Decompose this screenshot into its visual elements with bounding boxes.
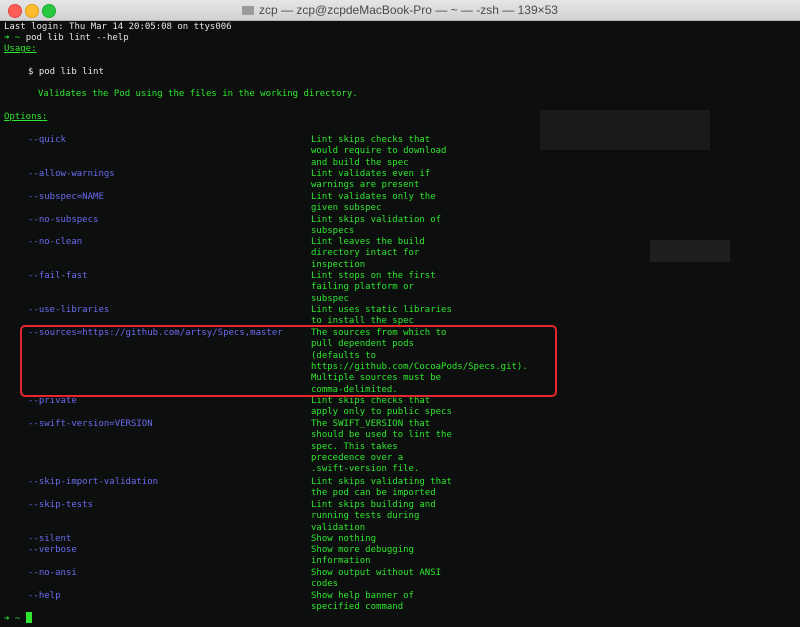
option-flag: --no-subspecs xyxy=(28,215,99,225)
option-flag: --help xyxy=(28,591,61,601)
option-description: The SWIFT_VERSION that should be used to … xyxy=(311,419,611,476)
option-flag: --private xyxy=(28,396,77,406)
option-description-line: failing platform or xyxy=(311,282,414,293)
option-description-line: apply only to public specs xyxy=(311,407,452,418)
terminal-window: zcp — zcp@zcpdeMacBook-Pro — ~ — -zsh — … xyxy=(0,0,800,627)
option-description-line: spec. This takes xyxy=(311,441,398,452)
option-description: Show more debugging information xyxy=(311,545,611,568)
option-description-line: Lint validates even if xyxy=(311,169,431,179)
option-flag: --swift-version=VERSION xyxy=(28,419,153,429)
option-description-line: running tests during xyxy=(311,511,420,522)
option-description-line: Lint skips checks that xyxy=(311,396,431,406)
text-cursor xyxy=(25,612,32,623)
options-header: Options: xyxy=(4,112,48,122)
option-description-line: the pod can be imported xyxy=(311,488,436,499)
option-description-line: Show output without ANSI xyxy=(311,568,442,578)
option-description: Lint skips validation of subspecs xyxy=(311,215,611,238)
option-description-line: Lint skips validation of xyxy=(311,215,442,225)
usage-description: Validates the Pod using the files in the… xyxy=(38,89,358,99)
option-description-line: inspection xyxy=(311,259,366,270)
option-description: Show output without ANSI codes xyxy=(311,568,611,591)
folder-icon xyxy=(242,6,255,15)
option-flag: --verbose xyxy=(28,545,77,555)
option-description-line: information xyxy=(311,556,371,567)
option-flag: --silent xyxy=(28,534,72,544)
option-description-line: Lint stops on the first xyxy=(311,271,436,281)
final-prompt-dir: ~ xyxy=(14,614,21,624)
window-title-container: zcp — zcp@zcpdeMacBook-Pro — ~ — -zsh — … xyxy=(0,3,800,17)
option-description-line: codes xyxy=(311,579,339,590)
option-flag: --no-ansi xyxy=(28,568,77,578)
option-description-line: would require to download xyxy=(311,146,447,157)
final-prompt-arrow: ➜ xyxy=(4,614,10,624)
prompt-dir: ~ xyxy=(14,33,21,43)
title-bar[interactable]: zcp — zcp@zcpdeMacBook-Pro — ~ — -zsh — … xyxy=(0,0,800,21)
option-description-line: Show more debugging xyxy=(311,545,414,555)
option-description-line: Lint skips building and xyxy=(311,500,436,510)
option-description: Show nothing xyxy=(311,534,611,545)
usage-command: $ pod lib lint xyxy=(28,67,104,77)
option-description-line: directory intact for xyxy=(311,248,420,259)
usage-header: Usage: xyxy=(4,44,37,54)
option-description: Lint skips checks that would require to d… xyxy=(311,135,611,169)
option-description-line: Lint validates only the xyxy=(311,192,436,202)
option-description-line: Lint leaves the build xyxy=(311,237,425,247)
option-flag: --use-libraries xyxy=(28,305,110,315)
option-description: Lint skips building and running tests dur… xyxy=(311,500,611,534)
option-description: Lint skips checks that apply only to publ… xyxy=(311,396,611,419)
option-description-line: should be used to lint the xyxy=(311,430,452,441)
final-prompt[interactable]: ➜ ~ xyxy=(4,612,32,624)
option-description-line: Show nothing xyxy=(311,534,377,544)
option-description-line: subspecs xyxy=(311,226,355,237)
window-title: zcp — zcp@zcpdeMacBook-Pro — ~ — -zsh — … xyxy=(259,3,558,17)
option-description-line: and build the spec xyxy=(311,157,409,168)
sources-option-highlight-box xyxy=(20,325,557,397)
option-description: Lint validates even if warnings are prese… xyxy=(311,169,611,192)
command-line: ➜ ~ pod lib lint --help xyxy=(4,33,129,44)
option-description-line: Show help banner of xyxy=(311,591,414,601)
option-description: Lint validates only the given subspec xyxy=(311,192,611,215)
option-description: Show help banner of specified command xyxy=(311,591,611,614)
option-description-line: specified command xyxy=(311,602,404,613)
option-flag: --allow-warnings xyxy=(28,169,115,179)
option-flag: --fail-fast xyxy=(28,271,88,281)
option-flag: --subspec=NAME xyxy=(28,192,104,202)
option-description-line: precedence over a xyxy=(311,453,404,464)
terminal-output[interactable]: Last login: Thu Mar 14 20:05:08 on ttys0… xyxy=(0,20,800,627)
option-flag: --skip-import-validation xyxy=(28,477,159,487)
option-flag: --skip-tests xyxy=(28,500,94,510)
option-description-line: Lint uses static libraries xyxy=(311,305,452,315)
last-login-line: Last login: Thu Mar 14 20:05:08 on ttys0… xyxy=(4,22,232,32)
option-description-line: Lint skips validating that xyxy=(311,477,452,487)
option-description-line: .swift-version file. xyxy=(311,464,420,475)
option-description-line: validation xyxy=(311,522,366,533)
option-description-line: warnings are present xyxy=(311,180,420,191)
option-description: Lint leaves the build directory intact fo… xyxy=(311,237,611,271)
option-description-line: given subspec xyxy=(311,203,382,214)
prompt-arrow: ➜ xyxy=(4,33,10,43)
option-description: Lint stops on the first failing platform … xyxy=(311,271,611,305)
command-text: pod lib lint --help xyxy=(25,33,129,43)
option-flag: --quick xyxy=(28,135,66,145)
option-description-line: The SWIFT_VERSION that xyxy=(311,419,431,429)
option-description-line: subspec xyxy=(311,293,349,304)
option-description: Lint skips validating that the pod can be… xyxy=(311,477,611,500)
option-flag: --no-clean xyxy=(28,237,83,247)
option-description-line: Lint skips checks that xyxy=(311,135,431,145)
